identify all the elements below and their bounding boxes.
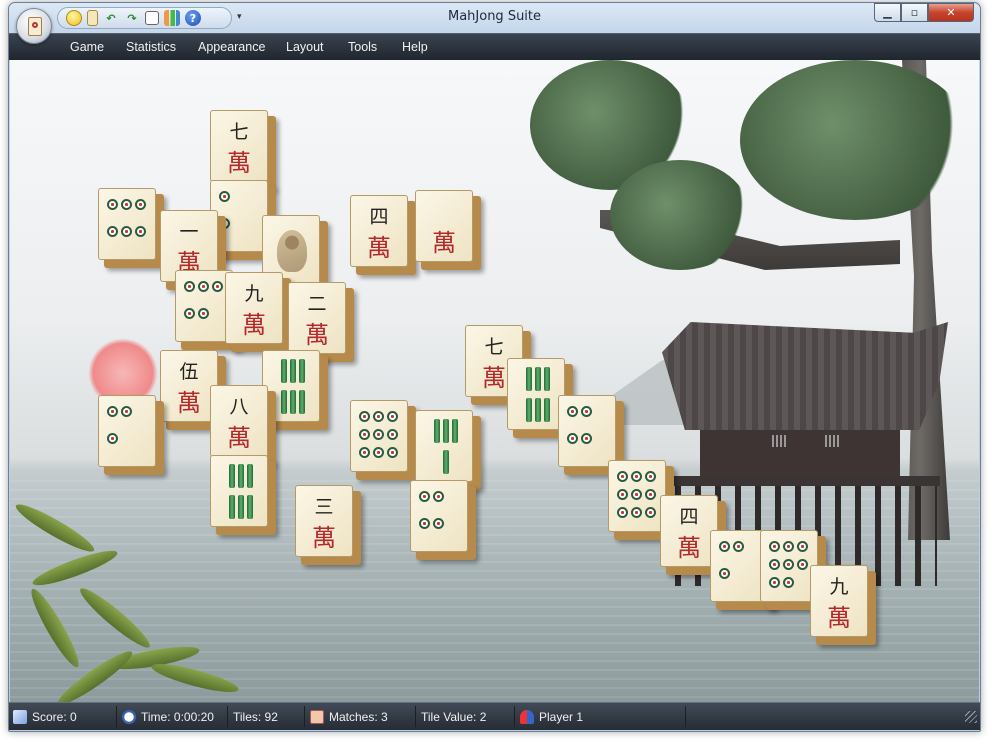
mahjong-tile[interactable]: [415, 410, 481, 490]
bamboo-suit-icon: [225, 464, 257, 522]
tiles-text: Tiles: 92: [233, 709, 278, 724]
tile-numeral: 一: [179, 221, 199, 243]
score-text: Score: 0: [32, 709, 77, 724]
bamboo-suit-icon: [277, 359, 309, 417]
player-icon: [520, 709, 534, 724]
circles-suit-icon: [419, 491, 461, 543]
circles-suit-icon: [359, 411, 401, 463]
tile-numeral: 七: [484, 336, 504, 358]
status-time: Time: 0:00:20: [118, 706, 228, 727]
tree-foliage: [740, 60, 970, 220]
app-menu-orb-button[interactable]: [16, 8, 52, 44]
mahjong-tile[interactable]: [98, 188, 164, 268]
menu-layout[interactable]: Layout: [286, 40, 324, 54]
score-icon: [13, 709, 27, 724]
mahjong-tile[interactable]: [98, 395, 164, 475]
circles-suit-icon: [769, 541, 811, 593]
peacock-bird-icon: [277, 230, 307, 272]
tile-numeral: 四: [369, 206, 389, 228]
bamboo-suit-icon: [430, 419, 462, 477]
tile-character: 萬: [305, 321, 329, 349]
time-text: Time: 0:00:20: [141, 709, 214, 724]
player-text: Player 1: [539, 709, 584, 724]
status-player: Player 1: [516, 706, 686, 727]
tile-numeral: 四: [679, 506, 699, 528]
mahjong-tile[interactable]: 九萬: [225, 272, 291, 352]
tile-value-text: Tile Value: 2: [421, 709, 487, 724]
tile-character: 萬: [312, 524, 336, 552]
window-title: MahJong Suite: [447, 9, 542, 24]
tile-character: 萬: [242, 311, 266, 339]
tile-character: 萬: [177, 389, 201, 417]
menu-help[interactable]: Help: [402, 40, 428, 54]
tile-character: 萬: [677, 534, 701, 562]
tile-character: 萬: [227, 149, 251, 177]
application-window: ↶ ↷ ? ▾ MahJong Suite ▁ ▫ ✕ Game Statist…: [8, 2, 981, 732]
mahjong-tile[interactable]: 四萬: [350, 195, 416, 275]
clock-icon: [122, 709, 136, 724]
bamboo-suit-icon: [522, 367, 554, 425]
resize-grip[interactable]: [965, 711, 977, 723]
game-board: 七萬一萬九萬二萬四萬伍萬八萬七萬四萬九萬萬三萬: [10, 60, 979, 702]
tile-numeral: 九: [244, 283, 264, 305]
matches-text: Matches: 3: [329, 709, 388, 724]
mahjong-tile[interactable]: 萬: [415, 190, 481, 270]
mahjong-tile[interactable]: 八萬: [210, 385, 276, 465]
tile-character: 萬: [367, 234, 391, 262]
status-score: Score: 0: [9, 706, 117, 727]
tile-numeral: 九: [829, 576, 849, 598]
mahjong-tile[interactable]: [350, 400, 416, 480]
status-matches: Matches: 3: [306, 706, 416, 727]
tree-foliage: [610, 160, 750, 270]
matches-icon: [310, 709, 324, 724]
tile-character: 萬: [827, 604, 851, 632]
mahjong-tile[interactable]: 三萬: [295, 485, 361, 565]
circles-suit-icon: [107, 199, 149, 251]
circles-suit-icon: [107, 406, 149, 458]
mahjong-tile[interactable]: 九萬: [810, 565, 876, 645]
circles-suit-icon: [567, 406, 609, 458]
title-bar: ↶ ↷ ? ▾ MahJong Suite ▁ ▫ ✕: [9, 3, 980, 44]
mahjong-tile-icon: [28, 17, 42, 36]
mahjong-tile[interactable]: 七萬: [210, 110, 276, 190]
mahjong-tile[interactable]: [210, 455, 276, 535]
maximize-button[interactable]: ▫: [901, 3, 928, 22]
tile-numeral: 二: [307, 293, 327, 315]
tile-character: 萬: [432, 229, 456, 257]
pavilion-roof: [662, 322, 948, 430]
circles-suit-icon: [184, 281, 226, 333]
tile-numeral: 三: [314, 496, 334, 518]
circles-suit-icon: [617, 471, 659, 523]
menu-statistics[interactable]: Statistics: [126, 40, 176, 54]
tile-numeral: 八: [229, 396, 249, 418]
close-button[interactable]: ✕: [928, 3, 974, 22]
menu-tools[interactable]: Tools: [348, 40, 377, 54]
tile-character: 萬: [227, 424, 251, 452]
menu-bar: Game Statistics Appearance Layout Tools …: [9, 33, 980, 60]
status-bar: Score: 0 Time: 0:00:20 Tiles: 92 Matches…: [9, 702, 980, 730]
menu-game[interactable]: Game: [70, 40, 104, 54]
tile-numeral: 七: [229, 121, 249, 143]
caption-buttons: ▁ ▫ ✕: [874, 3, 974, 22]
minimize-button[interactable]: ▁: [874, 3, 901, 22]
circles-suit-icon: [719, 541, 761, 593]
mahjong-tile[interactable]: [410, 480, 476, 560]
status-tiles: Tiles: 92: [229, 706, 305, 727]
tile-numeral: 伍: [179, 361, 199, 383]
status-tile-value: Tile Value: 2: [417, 706, 515, 727]
menu-appearance[interactable]: Appearance: [198, 40, 265, 54]
pavilion-deck: [670, 476, 940, 486]
